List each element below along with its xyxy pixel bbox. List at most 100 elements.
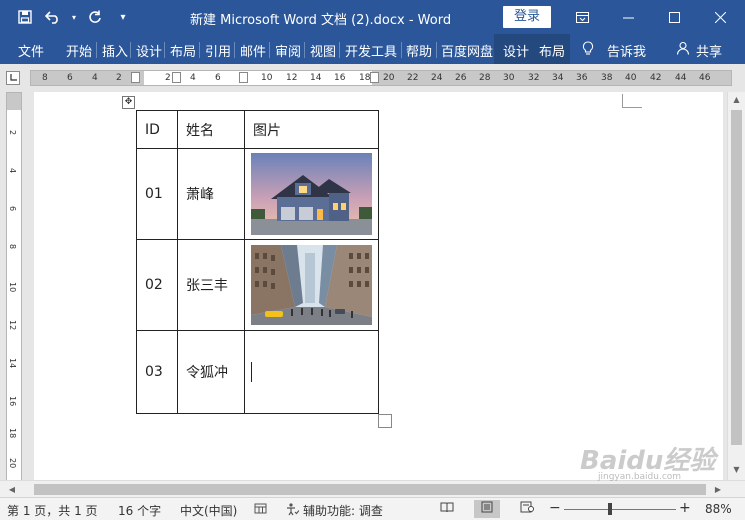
zoom-slider-track[interactable] (564, 509, 676, 510)
table-row: 01 萧峰 (136, 148, 379, 240)
tab-separator (130, 42, 131, 58)
zoom-slider-thumb[interactable] (608, 503, 612, 515)
scroll-left-icon[interactable]: ◀ (4, 481, 20, 498)
minimize-icon[interactable] (605, 0, 651, 34)
page-count[interactable]: 第 1 页，共 1 页 (7, 502, 98, 519)
horizontal-scrollbar[interactable]: ◀ ▶ (0, 480, 745, 497)
tab-layout[interactable]: 布局 (170, 41, 196, 60)
tab-separator (436, 42, 437, 58)
id-cell[interactable]: 02 (136, 239, 178, 331)
text-cursor (251, 362, 252, 382)
tab-insert[interactable]: 插入 (102, 41, 128, 60)
undo-icon[interactable] (42, 6, 64, 28)
tab-design[interactable]: 设计 (136, 41, 162, 60)
ruler-number: 34 (552, 73, 564, 83)
image-cell[interactable] (244, 148, 379, 240)
tab-separator (304, 42, 305, 58)
tab-references[interactable]: 引用 (205, 41, 231, 60)
column-marker[interactable] (172, 72, 181, 83)
ruler-number: 4 (8, 168, 17, 174)
table-move-handle-icon[interactable]: ✥ (122, 96, 135, 109)
share-person-icon[interactable] (676, 41, 690, 59)
document-table[interactable]: ID 姓名 图片 01 萧峰 02 张三丰 03 令狐冲 (136, 110, 379, 414)
table-header-cell[interactable]: 图片 (244, 110, 379, 149)
window-title: 新建 Microsoft Word 文档 (2).docx - Word (190, 13, 452, 28)
city-street-photo[interactable] (251, 245, 372, 325)
tab-separator (234, 42, 235, 58)
accessibility-icon[interactable] (285, 502, 300, 519)
zoom-out-icon[interactable]: − (549, 500, 561, 516)
scroll-down-icon[interactable]: ▼ (728, 462, 745, 478)
ruler-number: 24 (431, 73, 443, 83)
print-layout-icon[interactable] (474, 500, 500, 518)
redo-icon[interactable] (84, 6, 106, 28)
zoom-in-icon[interactable]: + (679, 500, 691, 516)
column-marker[interactable] (239, 72, 248, 83)
status-bar: 第 1 页，共 1 页 16 个字 中文(中国) 辅助功能: 调查 − + 88… (0, 497, 745, 520)
macro-icon[interactable] (254, 502, 267, 518)
quick-access-toolbar: ▾ ▾ (14, 6, 134, 28)
zoom-level[interactable]: 88% (705, 502, 732, 516)
maximize-icon[interactable] (651, 0, 697, 34)
tab-view[interactable]: 视图 (310, 41, 336, 60)
scroll-up-icon[interactable]: ▲ (728, 92, 745, 108)
margin-corner-mark (622, 94, 642, 108)
tab-home[interactable]: 开始 (66, 41, 92, 60)
vertical-ruler[interactable]: 2 4 6 8 10 12 14 16 18 20 (0, 92, 30, 480)
language-indicator[interactable]: 中文(中国) (180, 502, 237, 519)
horizontal-scroll-thumb[interactable] (34, 484, 706, 495)
ruler-number: 30 (503, 73, 515, 83)
id-cell[interactable]: 01 (136, 148, 178, 240)
tab-selector[interactable] (6, 71, 20, 85)
table-header-cell[interactable]: 姓名 (177, 110, 245, 149)
table-header-row: ID 姓名 图片 (136, 110, 379, 149)
ruler-number: 32 (528, 73, 540, 83)
undo-dropdown-icon[interactable]: ▾ (70, 6, 78, 28)
ruler-number: 10 (261, 73, 273, 83)
share-button[interactable]: 共享 (696, 41, 722, 60)
tab-review[interactable]: 审阅 (275, 41, 301, 60)
watermark-url: jingyan.baidu.com (598, 472, 682, 482)
name-cell[interactable]: 萧峰 (177, 148, 245, 240)
accessibility-status[interactable]: 辅助功能: 调查 (303, 502, 383, 519)
login-button[interactable]: 登录 (503, 6, 551, 28)
image-cell[interactable] (244, 239, 379, 331)
read-mode-icon[interactable] (434, 500, 460, 518)
table-header-cell[interactable]: ID (136, 110, 178, 149)
name-cell[interactable]: 令狐冲 (177, 330, 245, 414)
ribbon-display-options-icon[interactable] (559, 0, 605, 34)
ruler-number: 46 (699, 73, 711, 83)
tab-separator (401, 42, 402, 58)
web-layout-icon[interactable] (514, 500, 540, 518)
ruler-number: 44 (675, 73, 687, 83)
ruler-number: 16 (8, 396, 17, 407)
name-cell[interactable]: 张三丰 (177, 239, 245, 331)
customize-qat-icon[interactable]: ▾ (112, 6, 134, 28)
tab-table-layout[interactable]: 布局 (539, 41, 565, 60)
close-icon[interactable] (697, 0, 743, 34)
save-icon[interactable] (14, 6, 36, 28)
ruler-number: 12 (8, 320, 17, 331)
lightbulb-icon[interactable] (582, 41, 594, 60)
tab-table-design[interactable]: 设计 (503, 41, 529, 60)
tab-baidu-netdisk[interactable]: 百度网盘 (441, 41, 493, 60)
word-count[interactable]: 16 个字 (118, 502, 161, 519)
tab-developer[interactable]: 开发工具 (345, 41, 397, 60)
house-photo[interactable] (251, 153, 372, 235)
image-cell[interactable] (244, 330, 379, 414)
tab-file[interactable]: 文件 (18, 41, 44, 60)
scroll-right-icon[interactable]: ▶ (710, 481, 726, 498)
tell-me-search[interactable]: 告诉我 (607, 41, 646, 60)
vertical-scroll-thumb[interactable] (731, 110, 742, 445)
ruler-number: 20 (8, 458, 17, 469)
table-resize-handle[interactable] (378, 414, 392, 428)
ribbon-tab-bar: 文件 开始 插入 设计 布局 引用 邮件 审阅 视图 开发工具 帮助 百度网盘 … (0, 34, 745, 64)
id-cell[interactable]: 03 (136, 330, 178, 414)
ruler-number: 6 (67, 73, 73, 83)
tab-help[interactable]: 帮助 (406, 41, 432, 60)
horizontal-ruler[interactable]: 8 6 4 2 2 4 6 10 12 14 16 18 20 22 24 26… (0, 64, 745, 92)
tab-mailings[interactable]: 邮件 (240, 41, 266, 60)
right-indent-marker[interactable] (370, 72, 379, 83)
vertical-scrollbar[interactable]: ▲ ▼ (727, 92, 745, 480)
column-marker[interactable] (131, 72, 140, 83)
